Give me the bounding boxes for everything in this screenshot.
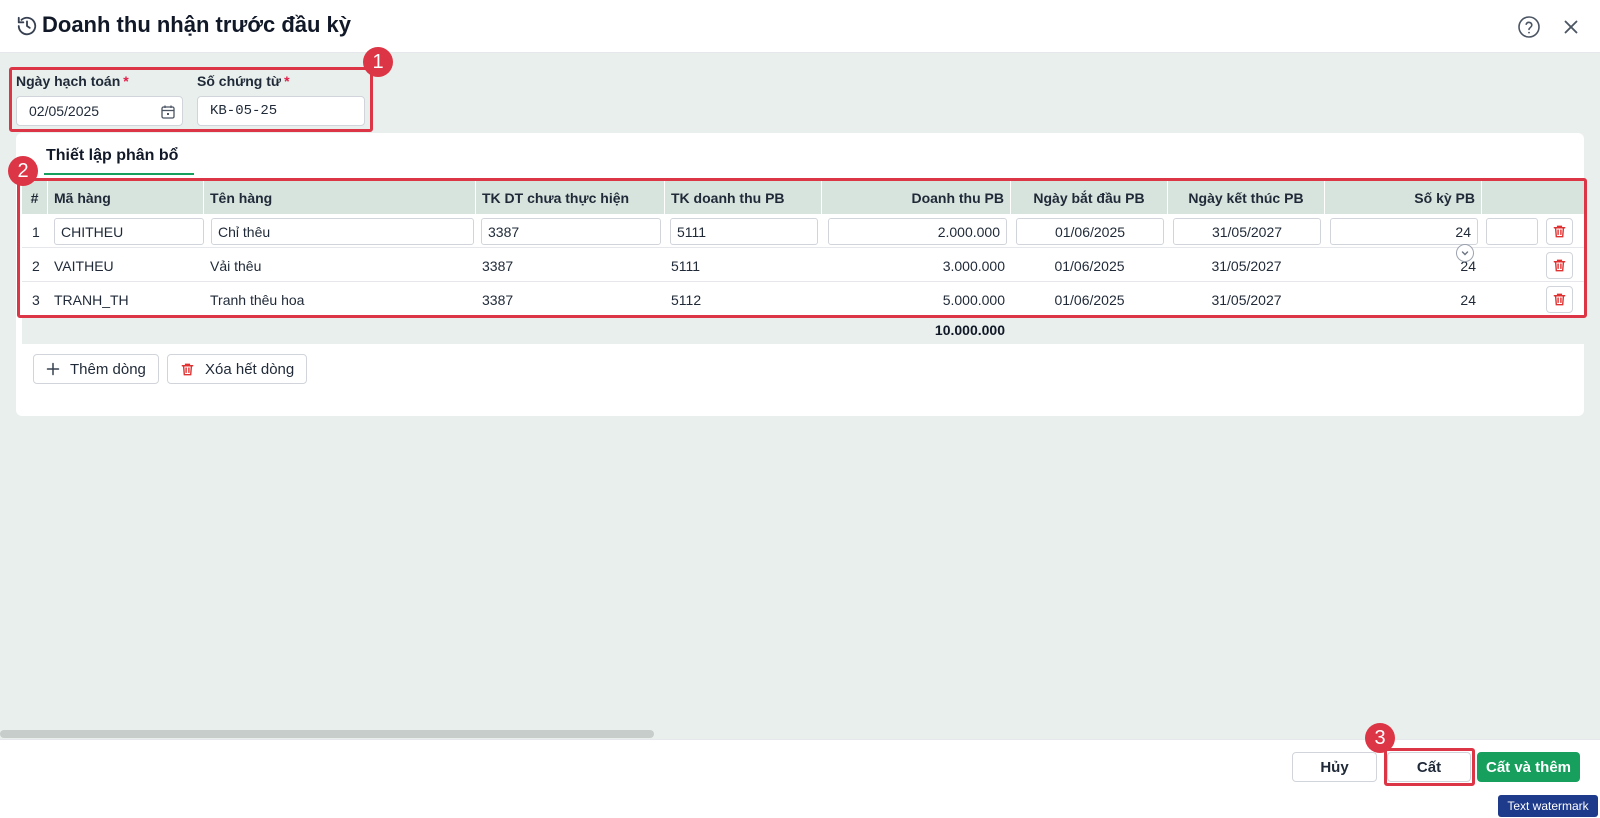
help-icon[interactable] bbox=[1517, 15, 1541, 39]
dialog-title: Doanh thu nhận trước đầu kỳ bbox=[42, 12, 352, 37]
delete-all-rows-label: Xóa hết dòng bbox=[205, 360, 295, 378]
callout-badge-1: 1 bbox=[363, 47, 393, 77]
horizontal-scrollbar[interactable] bbox=[0, 729, 1600, 739]
cancel-button[interactable]: Hủy bbox=[1292, 752, 1377, 782]
dialog: Doanh thu nhận trước đầu kỳ Ngày hạch to… bbox=[0, 0, 1600, 795]
total-amount: 10.000.000 bbox=[934, 322, 1005, 338]
callout-box-2 bbox=[17, 178, 1587, 318]
callout-badge-2: 2 bbox=[8, 156, 38, 186]
save-and-add-button[interactable]: Cất và thêm bbox=[1477, 752, 1580, 782]
scrollbar-thumb[interactable] bbox=[0, 730, 654, 738]
callout-badge-3: 3 bbox=[1365, 723, 1395, 753]
tab-allocation-setup[interactable]: Thiết lập phân bổ bbox=[46, 147, 178, 165]
table-total-row: 10.000.000 bbox=[22, 316, 1584, 344]
text-watermark: Text watermark bbox=[1498, 795, 1598, 817]
callout-box-1 bbox=[9, 67, 373, 132]
add-row-label: Thêm dòng bbox=[70, 360, 146, 378]
trash-icon bbox=[181, 363, 194, 375]
tab-active-indicator bbox=[44, 173, 194, 175]
dialog-header: Doanh thu nhận trước đầu kỳ bbox=[0, 0, 1600, 53]
delete-all-rows-button[interactable]: Xóa hết dòng bbox=[167, 354, 308, 384]
close-icon[interactable] bbox=[1560, 16, 1582, 38]
plus-icon bbox=[46, 362, 60, 376]
history-icon bbox=[17, 16, 37, 36]
add-row-button[interactable]: Thêm dòng bbox=[33, 354, 159, 384]
dialog-footer: Hủy Cất Cất và thêm 3 bbox=[0, 723, 1600, 795]
callout-box-3 bbox=[1384, 748, 1475, 786]
dialog-body: Ngày hạch toán * 02/05/2025 Số chứng từ * … bbox=[0, 47, 1600, 739]
